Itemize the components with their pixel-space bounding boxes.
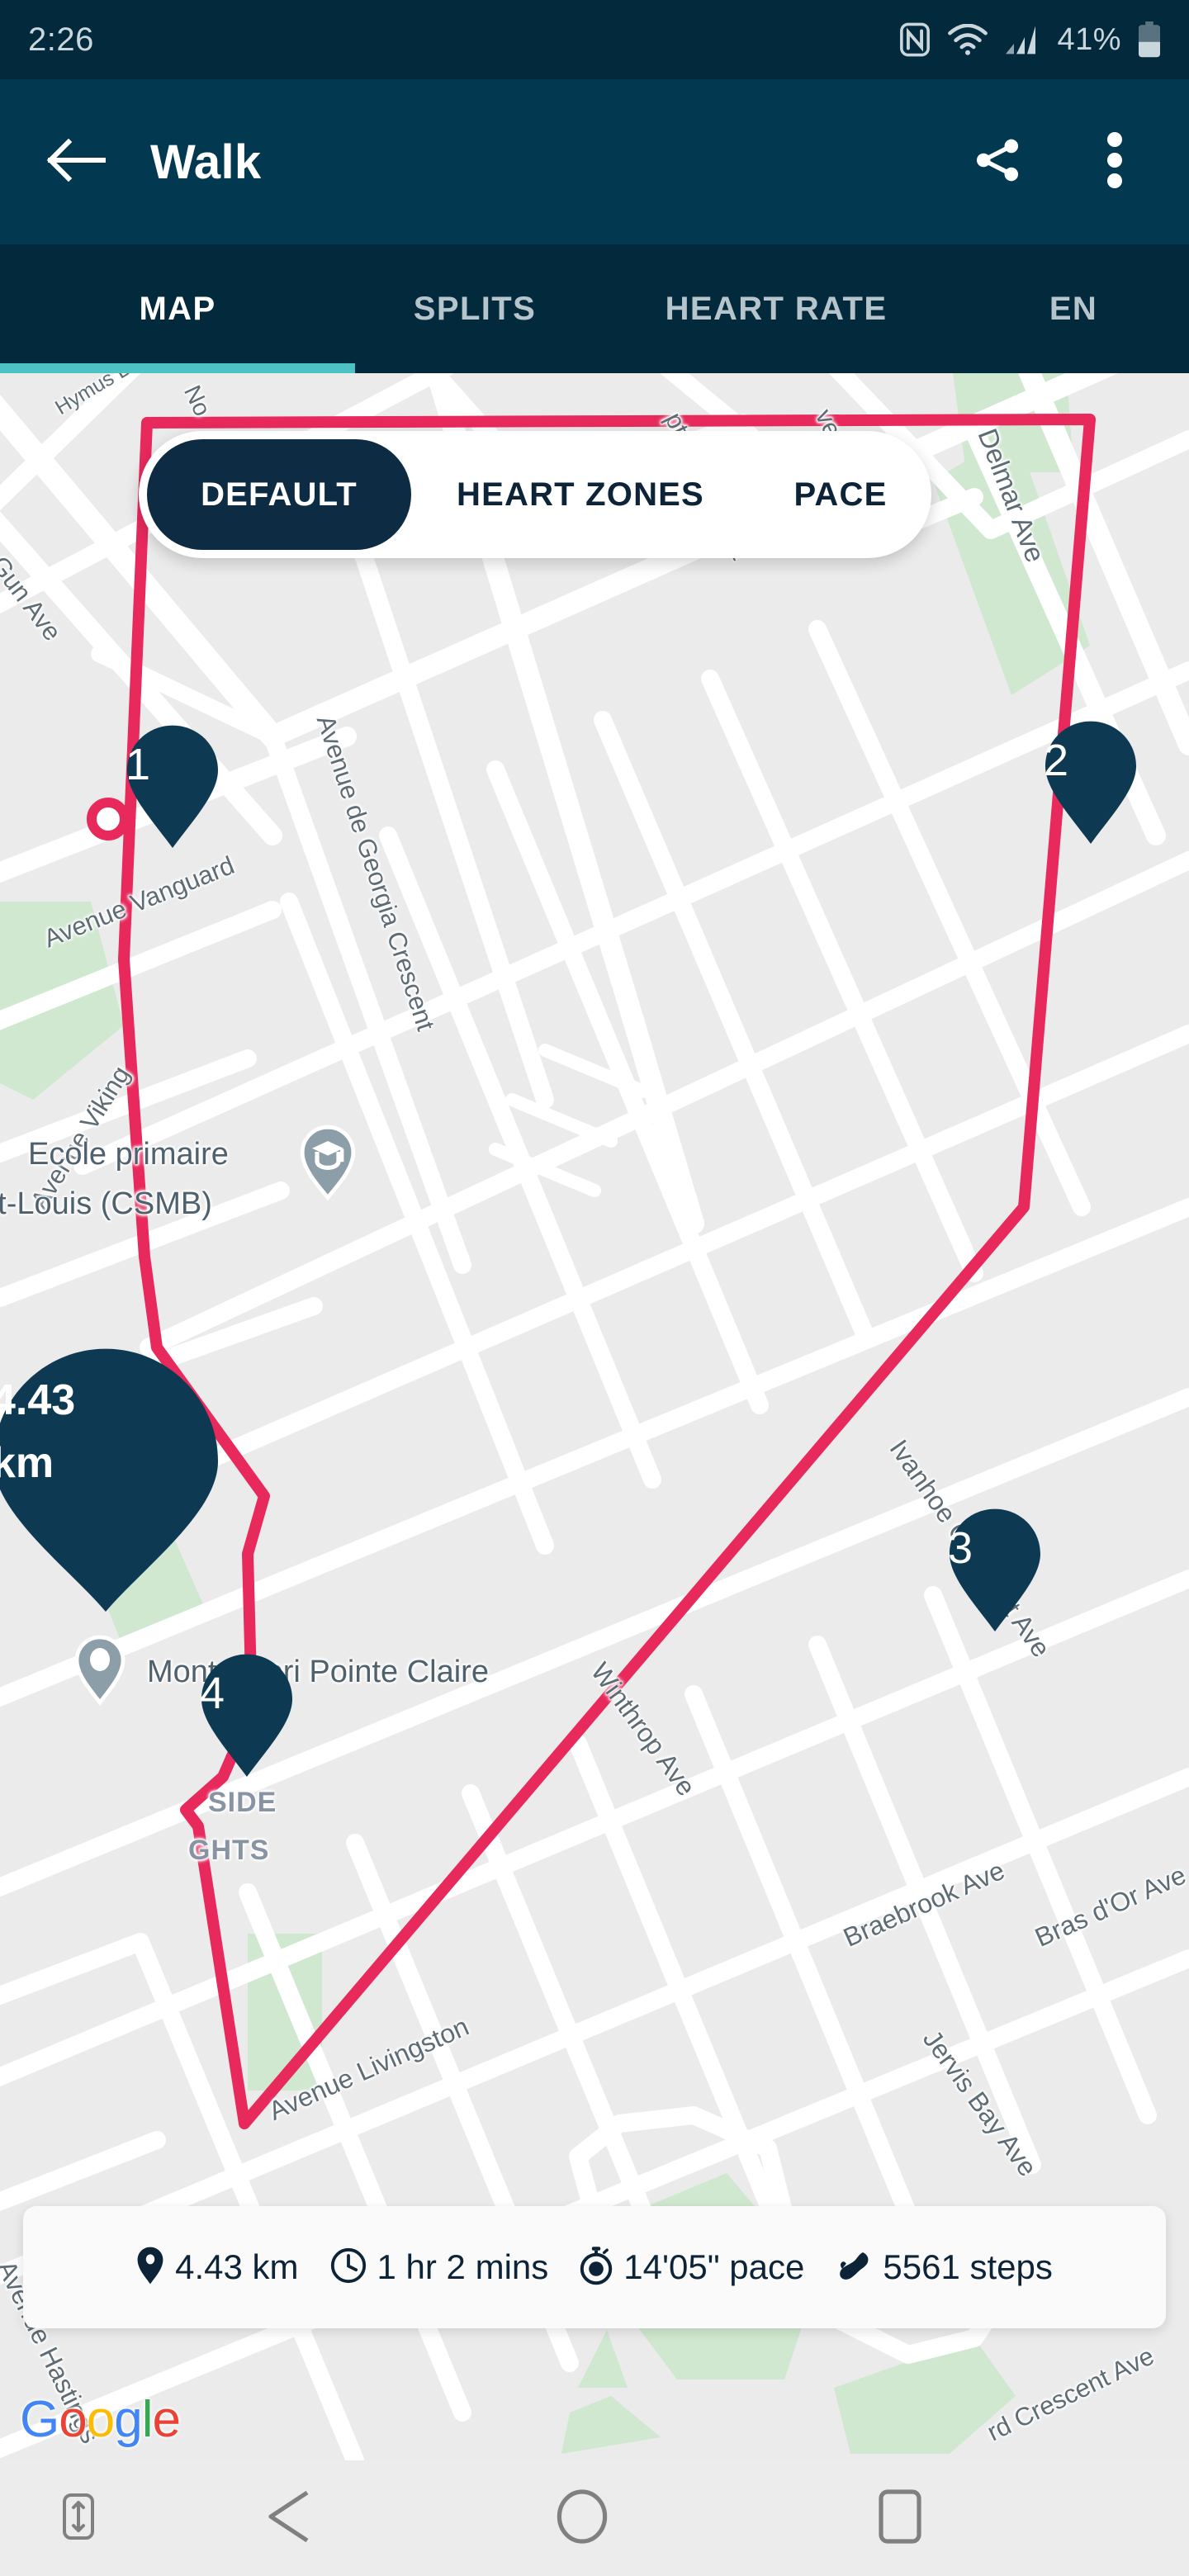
segment-heart-zones-label: HEART ZONES (457, 476, 704, 514)
tab-bar: MAP SPLITS HEART RATE EN (0, 244, 1189, 373)
stat-steps: 5561 steps (820, 2247, 1068, 2287)
stat-pace-value: 14'05" pace (623, 2247, 804, 2287)
segment-default[interactable]: DEFAULT (147, 439, 411, 550)
more-options-icon (1106, 131, 1123, 193)
footprint-icon (836, 2248, 872, 2287)
stopwatch-icon (580, 2246, 613, 2290)
back-icon (266, 2489, 312, 2548)
nav-recents-button[interactable] (743, 2489, 1057, 2548)
segment-heart-zones[interactable]: HEART ZONES (411, 439, 750, 550)
segment-pace[interactable]: PACE (750, 439, 931, 550)
segment-pace-label: PACE (794, 476, 888, 514)
segment-default-label: DEFAULT (201, 476, 358, 514)
back-arrow-icon (45, 137, 107, 187)
status-bar: 2:26 (0, 0, 1189, 79)
google-logo: Google (20, 2394, 180, 2446)
battery-icon (1138, 21, 1161, 58)
google-logo-letter-o1: o (59, 2391, 86, 2448)
stat-steps-value: 5561 steps (883, 2247, 1053, 2287)
app-bar: Walk (0, 79, 1189, 244)
share-button[interactable] (964, 129, 1030, 195)
home-icon (557, 2489, 608, 2548)
app-root: 2:26 (0, 0, 1189, 2576)
google-logo-letter-o2: o (87, 2391, 114, 2448)
google-logo-letter-l: l (142, 2391, 153, 2448)
tab-active-underline (0, 363, 355, 373)
signal-icon (1004, 24, 1040, 55)
google-logo-letter-e: e (152, 2391, 179, 2448)
stat-pace: 14'05" pace (564, 2246, 820, 2290)
location-pin-icon (136, 2246, 164, 2290)
stat-duration-value: 1 hr 2 mins (377, 2247, 549, 2287)
resize-icon (63, 2493, 94, 2544)
stat-duration: 1 hr 2 mins (315, 2247, 565, 2288)
nfc-icon (898, 22, 931, 57)
share-icon (972, 135, 1023, 190)
wifi-icon (948, 24, 988, 55)
stat-distance: 4.43 km (121, 2246, 314, 2290)
status-icons: 41% (898, 21, 1161, 58)
activity-stats-bar: 4.43 km 1 hr 2 mins 14'05" (23, 2206, 1166, 2328)
google-logo-letter-g1: G (20, 2391, 59, 2448)
nav-resize-button[interactable] (0, 2493, 157, 2544)
tab-heart-rate[interactable]: HEART RATE (594, 291, 958, 328)
tab-energy-label: EN (1049, 291, 1097, 327)
nav-home-button[interactable] (421, 2489, 743, 2548)
tab-map[interactable]: MAP (0, 291, 355, 328)
map-canvas[interactable]: Gun Ave Hymus Blvd No Avenue de Georgia … (0, 373, 1189, 2460)
app-bar-actions (964, 129, 1148, 195)
map-style-segmented-control: DEFAULT HEART ZONES PACE (139, 431, 931, 558)
page-title: Walk (150, 135, 261, 190)
tab-energy[interactable]: EN (958, 291, 1189, 328)
overflow-menu-button[interactable] (1082, 129, 1148, 195)
status-time: 2:26 (28, 21, 94, 59)
back-button[interactable] (41, 127, 111, 197)
clock-icon (330, 2247, 367, 2288)
nav-back-button[interactable] (157, 2489, 421, 2548)
tab-heart-rate-label: HEART RATE (666, 291, 888, 327)
android-nav-bar (0, 2460, 1189, 2576)
stat-distance-value: 4.43 km (175, 2247, 298, 2287)
tab-splits[interactable]: SPLITS (355, 291, 594, 328)
tab-splits-label: SPLITS (414, 291, 536, 327)
tab-map-label: MAP (139, 291, 216, 327)
battery-percent: 41% (1057, 22, 1121, 58)
recents-icon (879, 2489, 921, 2548)
google-logo-letter-g2: g (114, 2391, 141, 2448)
